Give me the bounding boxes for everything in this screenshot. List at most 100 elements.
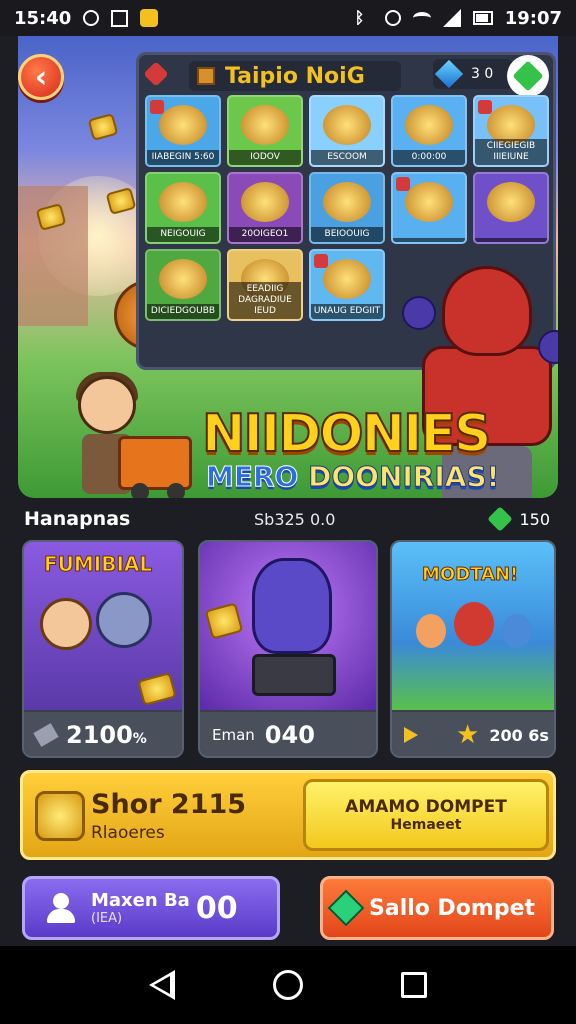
back-button[interactable]: ‹: [18, 54, 64, 100]
shop-item-label: BEIOOUIG: [311, 227, 383, 242]
item-image: [323, 259, 371, 299]
nav-recents-icon[interactable]: [401, 972, 427, 998]
character-image: [40, 598, 92, 650]
section-header: Hanapnas Sb325 0.0 150: [18, 504, 558, 534]
sale-tag-icon: [150, 100, 164, 114]
item-image: [405, 105, 453, 145]
shop-item-label: NEIGOUIG: [147, 227, 219, 242]
blue-gem-icon: [434, 59, 464, 89]
offer-card-3[interactable]: MODTAN! ★ 200 6s: [390, 540, 556, 758]
screenshot-icon: [111, 9, 129, 27]
shop-item-label: IIABEGIN 5:60: [147, 150, 219, 165]
card-price: 2100%: [66, 721, 147, 749]
item-image: [241, 105, 289, 145]
ruby-icon: [143, 61, 169, 87]
cell-signal-icon: [442, 9, 461, 27]
banner-title: Shor 2115: [91, 789, 247, 820]
card-price: 200 6s: [489, 725, 549, 745]
do-not-disturb-icon: [384, 10, 401, 26]
star-icon: ★: [456, 720, 480, 750]
item-image: [405, 182, 453, 222]
shop-item-label: 0:00:00: [393, 150, 465, 165]
shop-item-label: 20OIGEO1: [229, 227, 301, 242]
shop-item-label: CIIEGIEGIB IIIEIUNE: [475, 139, 547, 165]
shop-item-label: [393, 238, 465, 242]
character-image: [96, 592, 152, 648]
gem-count: 3 0: [471, 66, 494, 82]
shop-item[interactable]: [473, 172, 549, 244]
shop-item[interactable]: DICIEDGOUBB: [145, 249, 221, 321]
shop-item[interactable]: 20OIGEO1: [227, 172, 303, 244]
coin-decoration: [87, 113, 119, 141]
coin-bag-icon: [35, 791, 85, 841]
shop-item-label: DICIEDGOUBB: [147, 304, 219, 319]
sale-tag-icon: [396, 177, 410, 191]
friends-button[interactable]: Maxen Ba (IEA) 00: [22, 876, 280, 940]
gem-counter: 3 0: [433, 59, 513, 89]
card-footer: ★ 200 6s: [392, 712, 554, 756]
wolf-character-image: [252, 558, 332, 654]
game-logo-subtitle: MERO DOONIRIAS!: [205, 460, 500, 494]
app-notification-icon: [140, 9, 159, 27]
green-gem-icon: [512, 60, 544, 92]
wifi-icon: [412, 12, 431, 24]
character-image: [502, 614, 532, 648]
section-balance: Sb325 0.0: [254, 509, 336, 529]
game-logo-title: NIIDONIES: [201, 403, 492, 465]
item-image: [323, 105, 371, 145]
shop-item[interactable]: EEADIIG DAGRADIUE IEUD: [227, 249, 303, 321]
shop-item[interactable]: BEIOOUIG: [309, 172, 385, 244]
green-gem-icon: [487, 506, 514, 532]
card-title: MODTAN!: [421, 564, 519, 586]
user-group-icon: [45, 893, 79, 923]
play-icon: [404, 727, 418, 743]
card-footer: 2100%: [24, 712, 182, 756]
character-image: [416, 614, 446, 648]
shop-item[interactable]: IODOV: [227, 95, 303, 167]
add-gems-button[interactable]: [507, 55, 549, 97]
gem-icon: [327, 889, 365, 927]
battery-icon: [472, 11, 493, 25]
nav-back-icon[interactable]: [149, 970, 175, 1000]
status-bar: 15:40 ᛒ 19:07: [0, 0, 576, 36]
card-prefix: Eman: [212, 726, 255, 744]
shop-item[interactable]: [391, 172, 467, 244]
shop-item-label: IODOV: [229, 150, 301, 165]
shop-item[interactable]: 0:00:00: [391, 95, 467, 167]
status-time: 15:40: [14, 7, 72, 29]
status-battery: 19:07: [504, 7, 562, 29]
card-price: 040: [264, 721, 315, 749]
card-title: FUMIBIAL: [43, 552, 153, 577]
bluetooth-icon: ᛒ: [354, 8, 365, 27]
friends-count: 00: [195, 890, 238, 926]
toy-truck-image: [118, 436, 192, 498]
chevron-left-icon: ‹: [34, 59, 48, 95]
wallet-button[interactable]: Sallo Dompet: [320, 876, 554, 940]
item-image: [159, 105, 207, 145]
sale-tag-icon: [314, 254, 328, 268]
promo-banner: Shor 2115 Rlaoeres AMAMO DOMPET Hemaeet: [20, 770, 556, 860]
shop-item[interactable]: NEIGOUIG: [145, 172, 221, 244]
shop-title: Taipio NoiG: [225, 63, 365, 89]
nav-home-icon[interactable]: [273, 970, 303, 1000]
shop-item-label: EEADIIG DAGRADIUE IEUD: [229, 282, 301, 319]
shop-item-label: UNAUG EDGIIT: [311, 304, 383, 319]
character-image: [454, 602, 494, 646]
card-footer: Eman 040: [200, 712, 376, 756]
banner-subtitle: Rlaoeres: [91, 823, 165, 843]
alarm-icon: [83, 10, 100, 26]
android-nav-bar: [0, 946, 576, 1024]
treasure-chest-image: [252, 654, 336, 696]
shop-item-label: ESCOOM: [311, 150, 383, 165]
shop-item-label: [475, 238, 547, 242]
sale-tag-icon: [478, 100, 492, 114]
item-image: [159, 259, 207, 299]
shop-item[interactable]: UNAUG EDGIIT: [309, 249, 385, 321]
shop-item[interactable]: CIIEGIEGIB IIIEIUNE: [473, 95, 549, 167]
banner-action-button[interactable]: AMAMO DOMPET Hemaeet: [303, 779, 549, 851]
shop-item[interactable]: ESCOOM: [309, 95, 385, 167]
shop-item[interactable]: IIABEGIN 5:60: [145, 95, 221, 167]
shop-title-bar: Taipio NoiG: [189, 61, 401, 91]
offer-card-2[interactable]: Eman 040: [198, 540, 378, 758]
offer-card-1[interactable]: FUMIBIAL 2100%: [22, 540, 184, 758]
